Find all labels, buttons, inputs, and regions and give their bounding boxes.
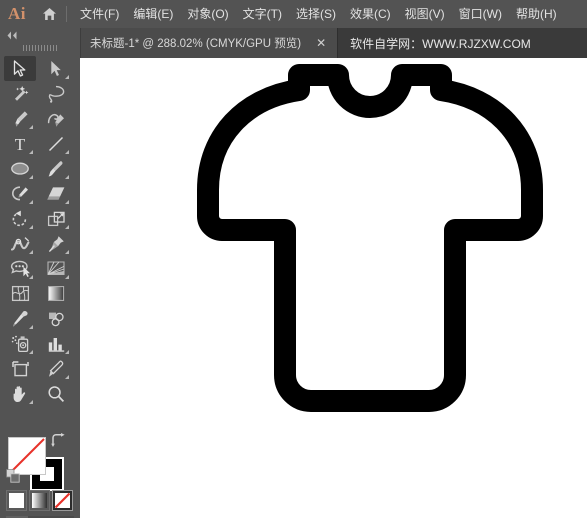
swap-fill-stroke-icon[interactable]: [50, 433, 66, 447]
flyout-triangle-icon: [29, 350, 33, 354]
fill-mode-buttons: [6, 490, 74, 516]
flyout-triangle-icon: [65, 375, 69, 379]
gradient-swatch: [32, 493, 47, 508]
tool-row: [0, 56, 80, 81]
svg-text:T: T: [15, 135, 26, 153]
menu-help[interactable]: 帮助(H): [509, 4, 564, 24]
type-tool[interactable]: T: [4, 131, 36, 156]
flyout-triangle-icon: [65, 225, 69, 229]
flyout-triangle-icon: [65, 275, 69, 279]
document-tab-active[interactable]: 未标题-1* @ 288.02% (CMYK/GPU 预览) ✕: [80, 28, 339, 58]
rotate-tool[interactable]: [4, 206, 36, 231]
menu-view[interactable]: 视图(V): [398, 4, 452, 24]
menu-window[interactable]: 窗口(W): [452, 4, 509, 24]
gradient-mode-button[interactable]: [29, 490, 50, 511]
promo-text: 软件自学网：WWW.RJZXW.COM: [350, 36, 531, 51]
width-tool[interactable]: [4, 231, 36, 256]
flyout-triangle-icon: [29, 125, 33, 129]
app-logo: Ai: [8, 4, 26, 23]
paintbrush-tool[interactable]: [40, 156, 72, 181]
none-mode-button[interactable]: [52, 490, 73, 511]
flyout-triangle-icon: [29, 225, 33, 229]
tool-row: [0, 181, 80, 206]
flyout-triangle-icon: [65, 350, 69, 354]
lasso-tool[interactable]: [40, 81, 72, 106]
tool-row: [0, 381, 80, 406]
tool-row: T: [0, 131, 80, 156]
tool-row: [0, 331, 80, 356]
perspective-grid-tool[interactable]: [40, 256, 72, 281]
eraser-tool[interactable]: [40, 181, 72, 206]
close-icon[interactable]: ✕: [313, 36, 329, 50]
tool-row: [0, 81, 80, 106]
tool-row: [0, 231, 80, 256]
illustrator-window: Ai 文件(F) 编辑(E) 对象(O) 文字(T) 选择(S) 效果(C) 视…: [0, 0, 587, 518]
shaper-tool[interactable]: [4, 181, 36, 206]
flyout-triangle-icon: [65, 150, 69, 154]
scale-tool[interactable]: [40, 206, 72, 231]
flyout-triangle-icon: [29, 200, 33, 204]
flyout-triangle-icon: [29, 250, 33, 254]
tshirt-outline-artwork[interactable]: [80, 58, 587, 518]
flyout-triangle-icon: [29, 175, 33, 179]
none-swatch: [55, 493, 70, 508]
grip-dots-icon: [23, 45, 57, 51]
solid-color-swatch: [9, 493, 24, 508]
menu-divider: [66, 6, 67, 22]
tool-row: [0, 306, 80, 331]
slice-tool[interactable]: [40, 356, 72, 381]
line-segment-tool[interactable]: [40, 131, 72, 156]
menu-bar: Ai 文件(F) 编辑(E) 对象(O) 文字(T) 选择(S) 效果(C) 视…: [0, 0, 587, 28]
default-fill-stroke-icon[interactable]: [6, 469, 20, 483]
column-graph-tool[interactable]: [40, 331, 72, 356]
fill-stroke-controls: [0, 433, 80, 493]
selection-tool[interactable]: [4, 56, 36, 81]
tool-grid: T: [0, 56, 80, 406]
menu-select[interactable]: 选择(S): [289, 4, 343, 24]
gradient-tool[interactable]: [40, 281, 72, 306]
color-mode-button[interactable]: [6, 490, 27, 511]
hand-tool[interactable]: [4, 381, 36, 406]
document-canvas[interactable]: [80, 58, 587, 518]
panel-drag-handle[interactable]: [0, 42, 80, 54]
ellipse-tool[interactable]: [4, 156, 36, 181]
menu-edit[interactable]: 编辑(E): [126, 4, 180, 24]
artboard-tool[interactable]: [4, 356, 36, 381]
flyout-triangle-icon: [65, 250, 69, 254]
menu-type[interactable]: 文字(T): [236, 4, 289, 24]
tool-row: [0, 206, 80, 231]
flyout-triangle-icon: [29, 275, 33, 279]
zoom-tool[interactable]: [40, 381, 72, 406]
menu-effect[interactable]: 效果(C): [343, 4, 398, 24]
home-icon[interactable]: [34, 0, 64, 28]
menu-file[interactable]: 文件(F): [73, 4, 126, 24]
tool-row: [0, 256, 80, 281]
shape-builder-tool[interactable]: [4, 256, 36, 281]
curvature-tool[interactable]: [40, 106, 72, 131]
tool-row: [0, 281, 80, 306]
collapse-panel-button[interactable]: [0, 28, 86, 42]
mesh-tool[interactable]: [4, 281, 36, 306]
flyout-triangle-icon: [29, 150, 33, 154]
tool-row: [0, 156, 80, 181]
flyout-triangle-icon: [29, 400, 33, 404]
magic-wand-tool[interactable]: [4, 81, 36, 106]
flyout-triangle-icon: [65, 200, 69, 204]
menu-object[interactable]: 对象(O): [180, 4, 235, 24]
menu-item-list: 文件(F) 编辑(E) 对象(O) 文字(T) 选择(S) 效果(C) 视图(V…: [73, 4, 564, 24]
symbol-sprayer-tool[interactable]: [4, 331, 36, 356]
document-tab-bar: 未标题-1* @ 288.02% (CMYK/GPU 预览) ✕ 软件自学网：W…: [80, 28, 587, 58]
eyedropper-tool[interactable]: [4, 306, 36, 331]
direct-selection-tool[interactable]: [40, 56, 72, 81]
pen-tool[interactable]: [4, 106, 36, 131]
tools-panel: T: [0, 28, 81, 518]
blend-tool[interactable]: [40, 306, 72, 331]
document-tab-title: 未标题-1* @ 288.02% (CMYK/GPU 预览): [90, 38, 302, 50]
free-transform-tool[interactable]: [40, 231, 72, 256]
flyout-triangle-icon: [65, 75, 69, 79]
tool-row: [0, 356, 80, 381]
flyout-triangle-icon: [29, 325, 33, 329]
flyout-triangle-icon: [65, 175, 69, 179]
tool-row: [0, 106, 80, 131]
